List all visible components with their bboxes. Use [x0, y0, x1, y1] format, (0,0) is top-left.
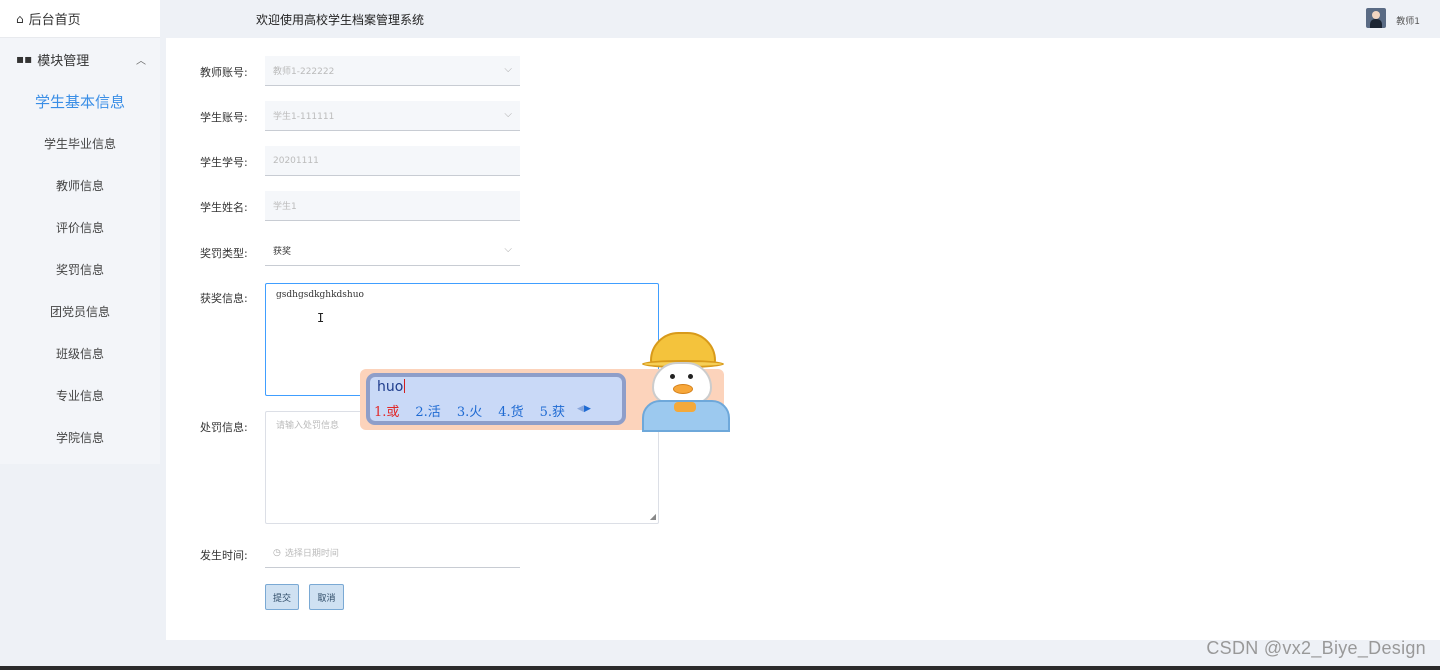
sidebar: ⌂ 后台首页 ▪▪ 模块管理 ︿ 学生基本信息 学生毕业信息 教师信息 评价信息…	[0, 0, 160, 670]
ime-candidate[interactable]: 3.火	[457, 401, 482, 420]
watermark: CSDN @vx2_Biye_Design	[1206, 638, 1426, 658]
student-account-select: 学生1-111111 ⌵	[265, 101, 520, 131]
chevron-down-icon: ⌵	[504, 109, 512, 120]
sidebar-item-student-graduation[interactable]: 学生毕业信息	[0, 122, 160, 164]
occur-time-label: 发生时间:	[200, 549, 248, 562]
sidebar-item-college[interactable]: 学院信息	[0, 416, 160, 458]
reward-type-label: 奖罚类型:	[200, 247, 248, 260]
sidebar-item-major[interactable]: 专业信息	[0, 374, 160, 416]
sidebar-menu: ▪▪ 模块管理 ︿ 学生基本信息 学生毕业信息 教师信息 评价信息 奖罚信息 团…	[0, 38, 160, 464]
student-name-field: 学生1	[265, 191, 520, 221]
bottom-edge	[0, 666, 1440, 670]
ime-caret	[404, 379, 406, 393]
ime-popup: huo 1.或 2.活 3.火 4.货 5.获 ◀▶	[360, 332, 736, 432]
ime-candidate[interactable]: 4.货	[498, 401, 523, 420]
teacher-account-label: 教师账号:	[200, 66, 248, 79]
student-number-value: 20201111	[273, 155, 319, 166]
student-name-value: 学生1	[273, 202, 297, 212]
page-title: 欢迎使用高校学生档案管理系统	[256, 13, 425, 27]
sidebar-module-toggle[interactable]: ▪▪ 模块管理 ︿	[0, 38, 160, 80]
chevron-down-icon: ⌵	[504, 244, 512, 255]
username[interactable]: 教师1	[1396, 14, 1420, 27]
cancel-button[interactable]: 取消	[309, 584, 344, 610]
sidebar-item-evaluation[interactable]: 评价信息	[0, 206, 160, 248]
sidebar-item-student-basic[interactable]: 学生基本信息	[0, 80, 160, 122]
teacher-account-value: 教师1-222222	[273, 67, 335, 77]
home-icon: ⌂	[16, 11, 24, 26]
sidebar-home-label: 后台首页	[28, 13, 81, 28]
ime-candidate[interactable]: 1.或	[374, 401, 399, 420]
punish-info-placeholder: 请输入处罚信息	[276, 421, 340, 431]
occur-time-picker[interactable]: ◷ 选择日期时间	[265, 538, 520, 568]
ime-candidate[interactable]: 2.活	[415, 401, 440, 420]
reward-info-value: gsdhgsdkghkdshuo	[276, 290, 364, 300]
resize-handle-icon[interactable]: ◢	[650, 512, 656, 521]
duck-mascot-icon	[636, 332, 736, 432]
ime-panel: huo 1.或 2.活 3.火 4.货 5.获 ◀▶	[366, 373, 626, 425]
header: 欢迎使用高校学生档案管理系统 教师1	[160, 0, 1440, 38]
sidebar-item-reward-punish[interactable]: 奖罚信息	[0, 248, 160, 290]
student-name-label: 学生姓名:	[200, 201, 248, 214]
sidebar-home[interactable]: ⌂ 后台首页	[0, 0, 160, 38]
reward-info-label: 获奖信息:	[200, 292, 248, 305]
teacher-account-select: 教师1-222222 ⌵	[265, 56, 520, 86]
punish-info-label: 处罚信息:	[200, 421, 248, 434]
ime-input-text: huo	[377, 379, 404, 395]
student-number-field: 20201111	[265, 146, 520, 176]
main-form: 教师账号: 教师1-222222 ⌵ 学生账号: 学生1-111111 ⌵ 学生…	[166, 38, 1440, 640]
reward-type-value: 获奖	[273, 247, 292, 257]
avatar[interactable]	[1366, 8, 1386, 28]
sidebar-item-party-member[interactable]: 团党员信息	[0, 290, 160, 332]
chevron-down-icon: ⌵	[504, 64, 512, 75]
ime-composition: huo	[377, 379, 406, 395]
student-number-label: 学生学号:	[200, 156, 248, 169]
text-cursor-icon: I	[317, 311, 325, 325]
sidebar-item-class[interactable]: 班级信息	[0, 332, 160, 374]
student-account-label: 学生账号:	[200, 111, 248, 124]
ime-candidates: 1.或 2.活 3.火 4.货 5.获 ◀▶	[374, 401, 591, 420]
reward-type-select[interactable]: 获奖 ⌵	[265, 236, 520, 266]
ime-candidate[interactable]: 5.获	[540, 401, 565, 420]
occur-time-placeholder: 选择日期时间	[284, 549, 339, 559]
sidebar-module-label: 模块管理	[37, 53, 90, 69]
submit-button[interactable]: 提交	[265, 584, 299, 610]
ime-page-arrows-icon[interactable]: ◀▶	[577, 404, 591, 420]
sidebar-item-teacher[interactable]: 教师信息	[0, 164, 160, 206]
chevron-up-icon: ︿	[136, 56, 146, 67]
clock-icon: ◷	[273, 547, 281, 558]
student-account-value: 学生1-111111	[273, 112, 335, 122]
grid-icon: ▪▪	[16, 52, 33, 66]
